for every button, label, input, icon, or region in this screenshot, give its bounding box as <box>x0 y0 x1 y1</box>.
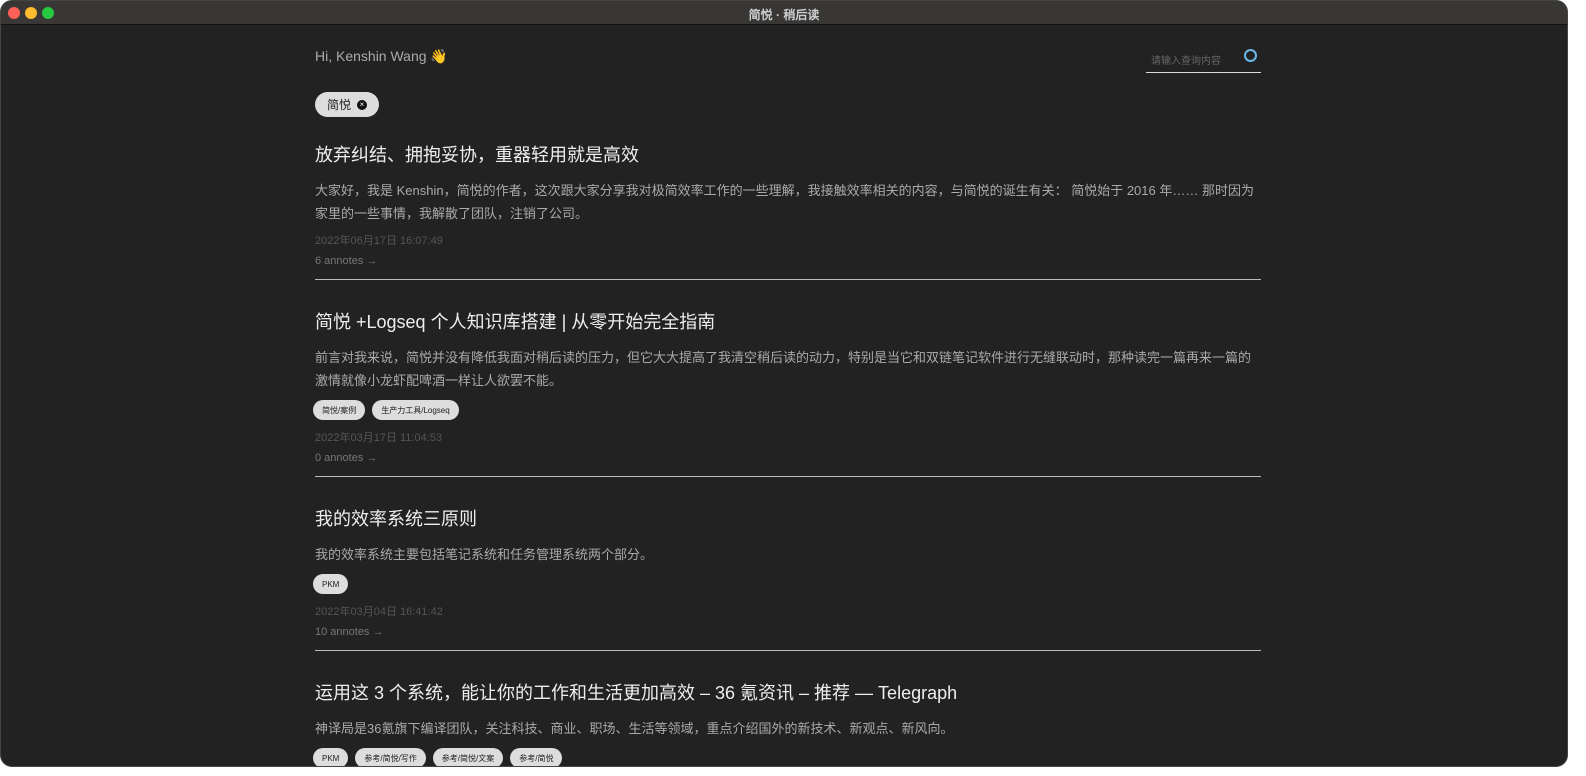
article-item[interactable]: 简悦 +Logseq 个人知识库搭建 | 从零开始完全指南前言对我来说，简悦并没… <box>313 304 1261 477</box>
article-excerpt: 神译局是36氪旗下编译团队，关注科技、商业、职场、生活等领域，重点介绍国外的新技… <box>315 721 954 736</box>
article-title[interactable]: 我的效率系统三原则 <box>315 505 1261 531</box>
article-item[interactable]: 放弃纠结、拥抱妥协，重器轻用就是高效大家好，我是 Kenshin，简悦的作者，这… <box>315 137 1261 280</box>
tag[interactable]: 简悦/案例 <box>313 400 366 420</box>
article-title[interactable]: 运用这 3 个系统，能让你的工作和生活更加高效 – 36 氪资讯 – 推荐 — … <box>315 679 1261 705</box>
filter-chip[interactable]: 简悦 × <box>315 92 380 117</box>
article-excerpt: 我的效率系统主要包括笔记系统和任务管理系统两个部分。 <box>315 547 654 562</box>
article-date: 2022年03月04日 16:41:42 <box>315 606 443 618</box>
tag[interactable]: PKM <box>313 748 349 766</box>
annotes-link[interactable]: 6 annotes → <box>315 251 1261 271</box>
window-title: 简悦 · 稍后读 <box>748 8 820 22</box>
search-input[interactable]: 请输入查询内容 <box>1146 43 1261 73</box>
article-excerpt: 大家好，我是 Kenshin，简悦的作者，这次跟大家分享我对极简效率工作的一些理… <box>315 183 1254 221</box>
clear-filter-icon[interactable]: × <box>357 99 368 110</box>
tag[interactable]: 参考/简悦 <box>510 748 563 766</box>
article-title[interactable]: 放弃纠结、拥抱妥协，重器轻用就是高效 <box>315 141 1261 167</box>
article-excerpt: 前言对我来说，简悦并没有降低我面对稍后读的压力，但它大大提高了我清空稍后读的动力… <box>315 350 1252 388</box>
article-date: 2022年06月17日 16:07:49 <box>315 235 443 247</box>
article-item[interactable]: 运用这 3 个系统，能让你的工作和生活更加高效 – 36 氪资讯 – 推荐 — … <box>313 675 1261 766</box>
tag[interactable]: 参考/简悦/写作 <box>355 748 426 766</box>
app-window: 简悦 · 稍后读 Hi, Kenshin Wang 👋 请输入查询内容 简悦 ×… <box>0 0 1568 767</box>
article-title[interactable]: 简悦 +Logseq 个人知识库搭建 | 从零开始完全指南 <box>315 308 1261 334</box>
tag-list: PKM <box>313 574 1261 594</box>
search-icon[interactable] <box>1244 49 1257 62</box>
search-placeholder: 请输入查询内容 <box>1151 56 1221 67</box>
annotes-link[interactable]: 10 annotes → <box>315 622 1261 642</box>
article-item[interactable]: 我的效率系统三原则我的效率系统主要包括笔记系统和任务管理系统两个部分。 PKM 20… <box>313 501 1261 651</box>
article-date: 2022年03月17日 11:04:53 <box>315 432 442 444</box>
tag[interactable]: PKM <box>313 574 349 594</box>
tag[interactable]: 参考/简悦/文案 <box>432 748 504 766</box>
filter-label: 简悦 <box>327 98 352 112</box>
greeting: Hi, Kenshin Wang 👋 <box>315 48 448 64</box>
annotes-link[interactable]: 0 annotes → <box>315 448 1261 468</box>
title-bar: 简悦 · 稍后读 <box>1 1 1567 25</box>
tag-list: PKM 参考/简悦/写作 参考/简悦/文案 参考/简悦 <box>313 748 1261 766</box>
article-list: 放弃纠结、拥抱妥协，重器轻用就是高效大家好，我是 Kenshin，简悦的作者，这… <box>313 137 1261 766</box>
tag[interactable]: 生产力工具/Logseq <box>372 400 459 420</box>
tag-list: 简悦/案例 生产力工具/Logseq <box>313 400 1261 420</box>
